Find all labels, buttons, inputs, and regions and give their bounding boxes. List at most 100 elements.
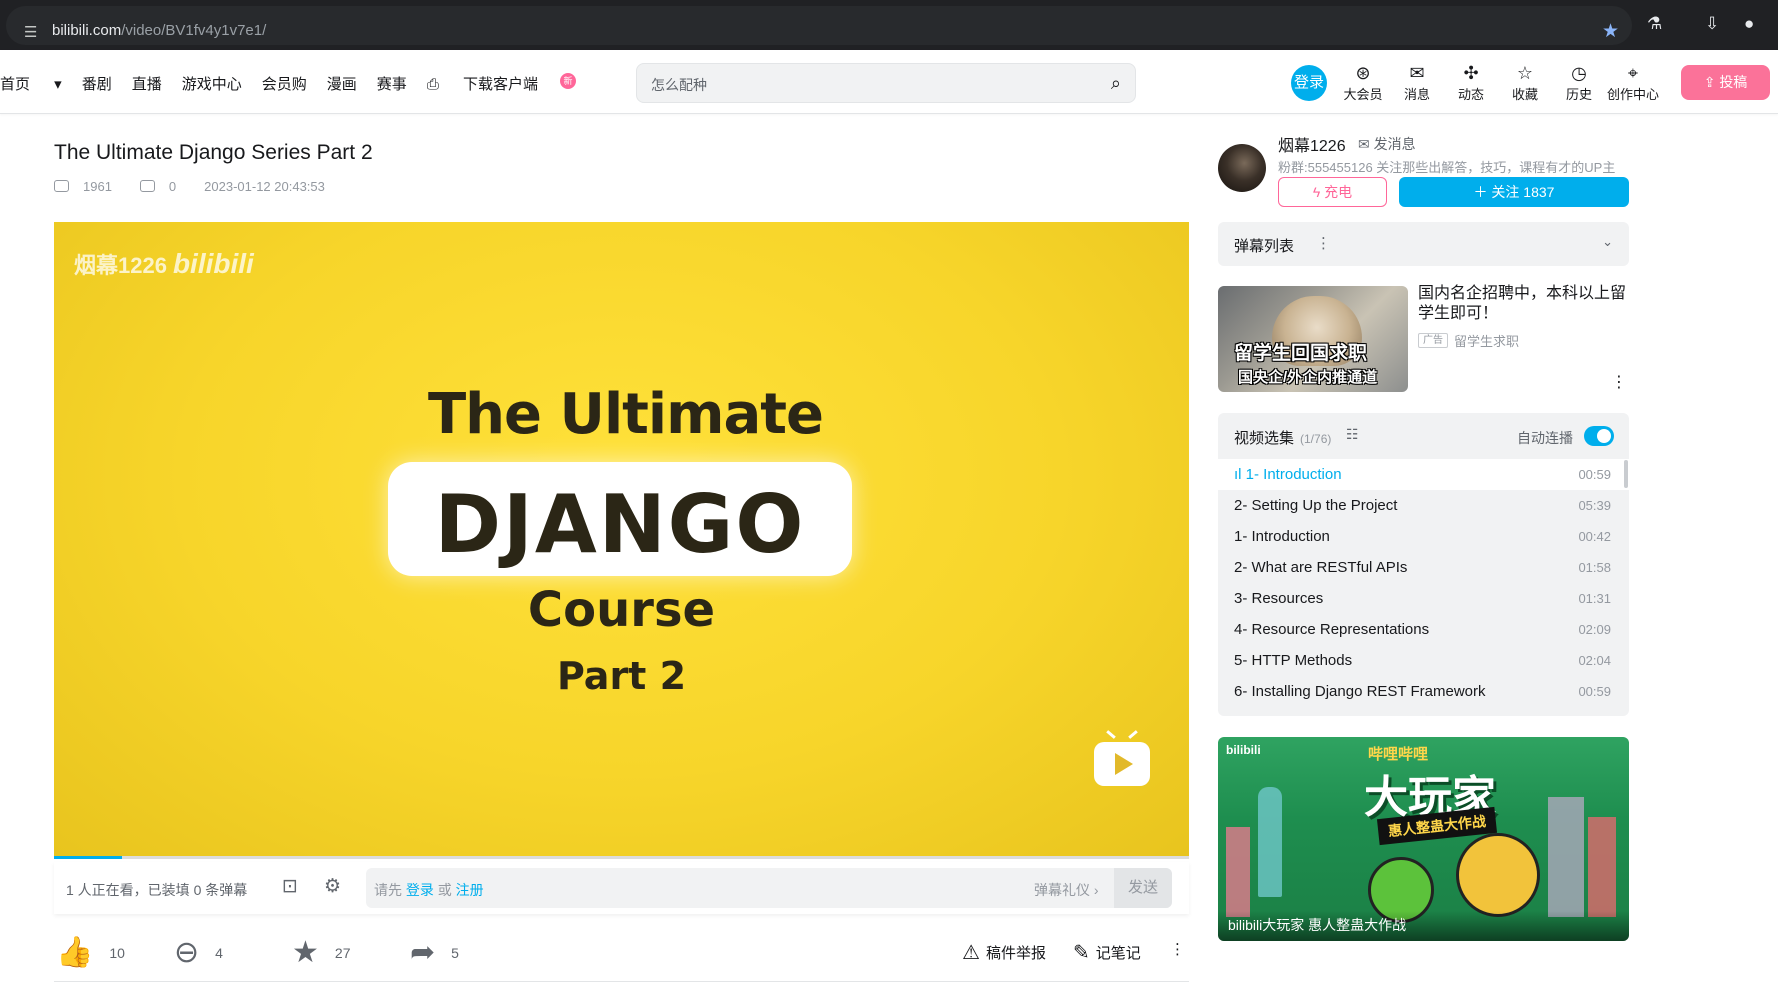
upload-icon: ⇪ — [1703, 74, 1716, 90]
banner-caption: bilibili大玩家 惠人整蛊大作战 — [1228, 917, 1407, 933]
playlist-item[interactable]: ıl 1- Introduction 00:59 — [1218, 459, 1629, 490]
search-icon[interactable]: ⌕ — [1111, 73, 1121, 94]
header-vip[interactable]: ⊛ 大会员 — [1336, 62, 1390, 103]
danmaku-list-menu-icon[interactable]: ⋮ — [1316, 234, 1331, 252]
warning-icon: ⚠ — [962, 942, 980, 964]
autoplay-toggle[interactable] — [1584, 426, 1614, 446]
site-header: 首页 ▾ 番剧 直播 游戏中心 会员购 漫画 赛事 ⎙ 下载客户端新 怎么配种 … — [0, 50, 1778, 114]
danmaku-input[interactable]: 请先 登录 或 注册 弹幕礼仪 › 发送 — [366, 868, 1172, 908]
note-icon: ✎ — [1073, 942, 1090, 964]
lightning-icon: ϟ — [1312, 184, 1321, 200]
danmaku-count-icon — [139, 180, 155, 192]
playlist-item[interactable]: 2- Setting Up the Project 05:39 — [1218, 490, 1629, 521]
frame-title-line1: The Ultimate — [427, 382, 824, 447]
playlist-panel: 视频选集 (1/76) ☷ 自动连播 ıl 1- Introduction 00:5… — [1218, 413, 1629, 716]
coin-button[interactable]: ⊖ 4 — [174, 935, 223, 970]
nav-item-live[interactable]: 直播 — [132, 73, 162, 94]
ad-thumbnail[interactable]: 留学生回国求职 国央企/外企内推通道 — [1218, 286, 1408, 392]
frame-title-line3: Course — [527, 582, 716, 638]
address-bar[interactable]: ☰ bilibili.com/video/BV1fv4y1v7e1/ ★ — [6, 6, 1632, 45]
watermark: 烟幕1226 bilibili — [74, 248, 254, 279]
uploader-name[interactable]: 烟幕1226 — [1278, 132, 1346, 156]
favorite-button[interactable]: ★ 27 — [292, 935, 350, 970]
share-button[interactable]: ➦ 5 — [410, 935, 459, 970]
bookmark-star-icon[interactable]: ★ — [1602, 20, 1619, 43]
playlist-item[interactable]: 6- Installing Django REST Framework 00:59 — [1218, 676, 1629, 707]
uploader-avatar[interactable] — [1218, 144, 1266, 192]
autoplay-label: 自动连播 — [1517, 430, 1573, 446]
ad-title[interactable]: 国内名企招聘中，本科以上留学生即可！ — [1418, 284, 1630, 324]
playlist-item[interactable]: 5- HTTP Methods 02:04 — [1218, 645, 1629, 676]
history-icon: ◷ — [1571, 63, 1587, 83]
url-text[interactable]: bilibili.com/video/BV1fv4y1v7e1/ — [52, 22, 266, 39]
danmaku-etiquette-link[interactable]: 弹幕礼仪 › — [1034, 880, 1099, 900]
new-badge: 新 — [560, 73, 577, 89]
header-favorites[interactable]: ☆ 收藏 — [1498, 62, 1552, 103]
favorites-icon: ☆ — [1516, 63, 1534, 83]
labs-flask-icon[interactable]: ⚗ — [1647, 14, 1662, 34]
danmaku-send-button[interactable]: 发送 — [1114, 868, 1172, 908]
header-history[interactable]: ◷ 历史 — [1552, 62, 1606, 103]
video-title: The Ultimate Django Series Part 2 — [54, 141, 373, 164]
ad-tag: 广告 留学生求职 — [1418, 331, 1519, 350]
divider — [54, 981, 1189, 982]
ad-image-text-2: 国央企/外企内推通道 — [1238, 369, 1378, 386]
danmaku-placeholder: 请先 登录 或 注册 — [374, 882, 484, 898]
progress-bar[interactable] — [54, 856, 1189, 859]
playing-bars-icon: ıl — [1234, 466, 1242, 483]
banner-logo: bilibili — [1226, 743, 1261, 757]
list-view-icon[interactable]: ☷ — [1346, 426, 1359, 443]
danmaku-bar: 1 人正在看，已装填 0 条弹幕 ⊡ ⚙ 请先 登录 或 注册 弹幕礼仪 › 发… — [54, 862, 1189, 914]
video-player[interactable]: 烟幕1226 bilibili The Ultimate DJANGO Cours… — [54, 222, 1189, 859]
danmaku-list-panel[interactable]: 弹幕列表 ⋮ ⌄ — [1218, 222, 1629, 266]
search-box[interactable]: 怎么配种 ⌕ — [636, 63, 1136, 103]
login-avatar-button[interactable]: 登录 — [1291, 65, 1327, 101]
banner-building — [1226, 827, 1250, 917]
upload-button[interactable]: ⇪ 投稿 — [1681, 65, 1770, 100]
send-message-link[interactable]: ✉ 发消息 — [1358, 134, 1416, 154]
header-messages[interactable]: ✉ 消息 — [1390, 62, 1444, 103]
danmaku-login-link[interactable]: 登录 — [406, 882, 434, 898]
charge-button[interactable]: ϟ 充电 — [1278, 177, 1387, 207]
like-button[interactable]: 👍 10 — [56, 935, 125, 970]
note-button[interactable]: ✎ 记笔记 — [1073, 940, 1141, 965]
star-icon: ★ — [292, 936, 319, 969]
video-meta: 1961 0 2023-01-12 20:43:53 — [54, 179, 339, 194]
banner-building — [1588, 817, 1616, 917]
follow-button[interactable]: ＋ 关注 1837 — [1399, 177, 1629, 207]
header-dynamic[interactable]: ✣ 动态 — [1444, 62, 1498, 103]
nav-item-download-client[interactable]: ⎙ 下载客户端新 — [427, 73, 596, 94]
report-button[interactable]: ⚠ 稿件举报 — [962, 940, 1046, 965]
download-client-icon: ⎙ — [426, 76, 439, 93]
header-creator-center[interactable]: ⌖ 创作中心 — [1606, 62, 1660, 103]
chevron-down-icon[interactable]: ⌄ — [1602, 234, 1613, 250]
banner-character-yellow — [1456, 833, 1540, 917]
nav-item-esports[interactable]: 赛事 — [377, 73, 407, 94]
search-input[interactable]: 怎么配种 — [651, 75, 707, 95]
ad-image-text-1: 留学生回国求职 — [1234, 343, 1368, 364]
download-icon[interactable]: ⇩ — [1705, 14, 1719, 34]
nav-item-game-center[interactable]: 游戏中心 — [182, 73, 242, 94]
playlist-item[interactable]: 2- What are RESTful APIs 01:58 — [1218, 552, 1629, 583]
playlist-item[interactable]: 4- Resource Representations 02:09 — [1218, 614, 1629, 645]
playlist-scrollbar[interactable] — [1624, 460, 1628, 488]
dynamic-icon: ✣ — [1463, 63, 1479, 83]
banner-statue — [1258, 787, 1282, 897]
frame-title-line2: DJANGO — [434, 478, 806, 571]
danmaku-toggle-icon[interactable]: ⊡ — [282, 875, 298, 898]
danmaku-register-link[interactable]: 注册 — [456, 882, 484, 898]
danmaku-settings-icon[interactable]: ⚙ — [324, 875, 341, 898]
nav-item-manga[interactable]: 漫画 — [327, 73, 357, 94]
ad-more-icon[interactable]: ⋮ — [1611, 372, 1627, 392]
more-options-icon[interactable]: ⋮ — [1170, 940, 1185, 958]
promo-banner[interactable]: bilibili 哔哩哔哩 大玩家 惠人整蛊大作战 bilibili大玩家 惠人… — [1218, 737, 1629, 941]
playlist-item[interactable]: 1- Introduction 00:42 — [1218, 521, 1629, 552]
publish-date: 2023-01-12 20:43:53 — [204, 179, 325, 194]
nav-item-mall[interactable]: 会员购 — [262, 73, 307, 94]
site-info-icon[interactable]: ☰ — [24, 23, 37, 41]
vip-icon: ⊛ — [1355, 63, 1371, 83]
playlist-item[interactable]: 3- Resources 01:31 — [1218, 583, 1629, 614]
profile-icon[interactable]: ● — [1744, 14, 1754, 34]
nav-item-bangumi[interactable]: 番剧 — [82, 73, 112, 94]
nav-item-home[interactable]: 首页 ▾ — [0, 73, 62, 94]
